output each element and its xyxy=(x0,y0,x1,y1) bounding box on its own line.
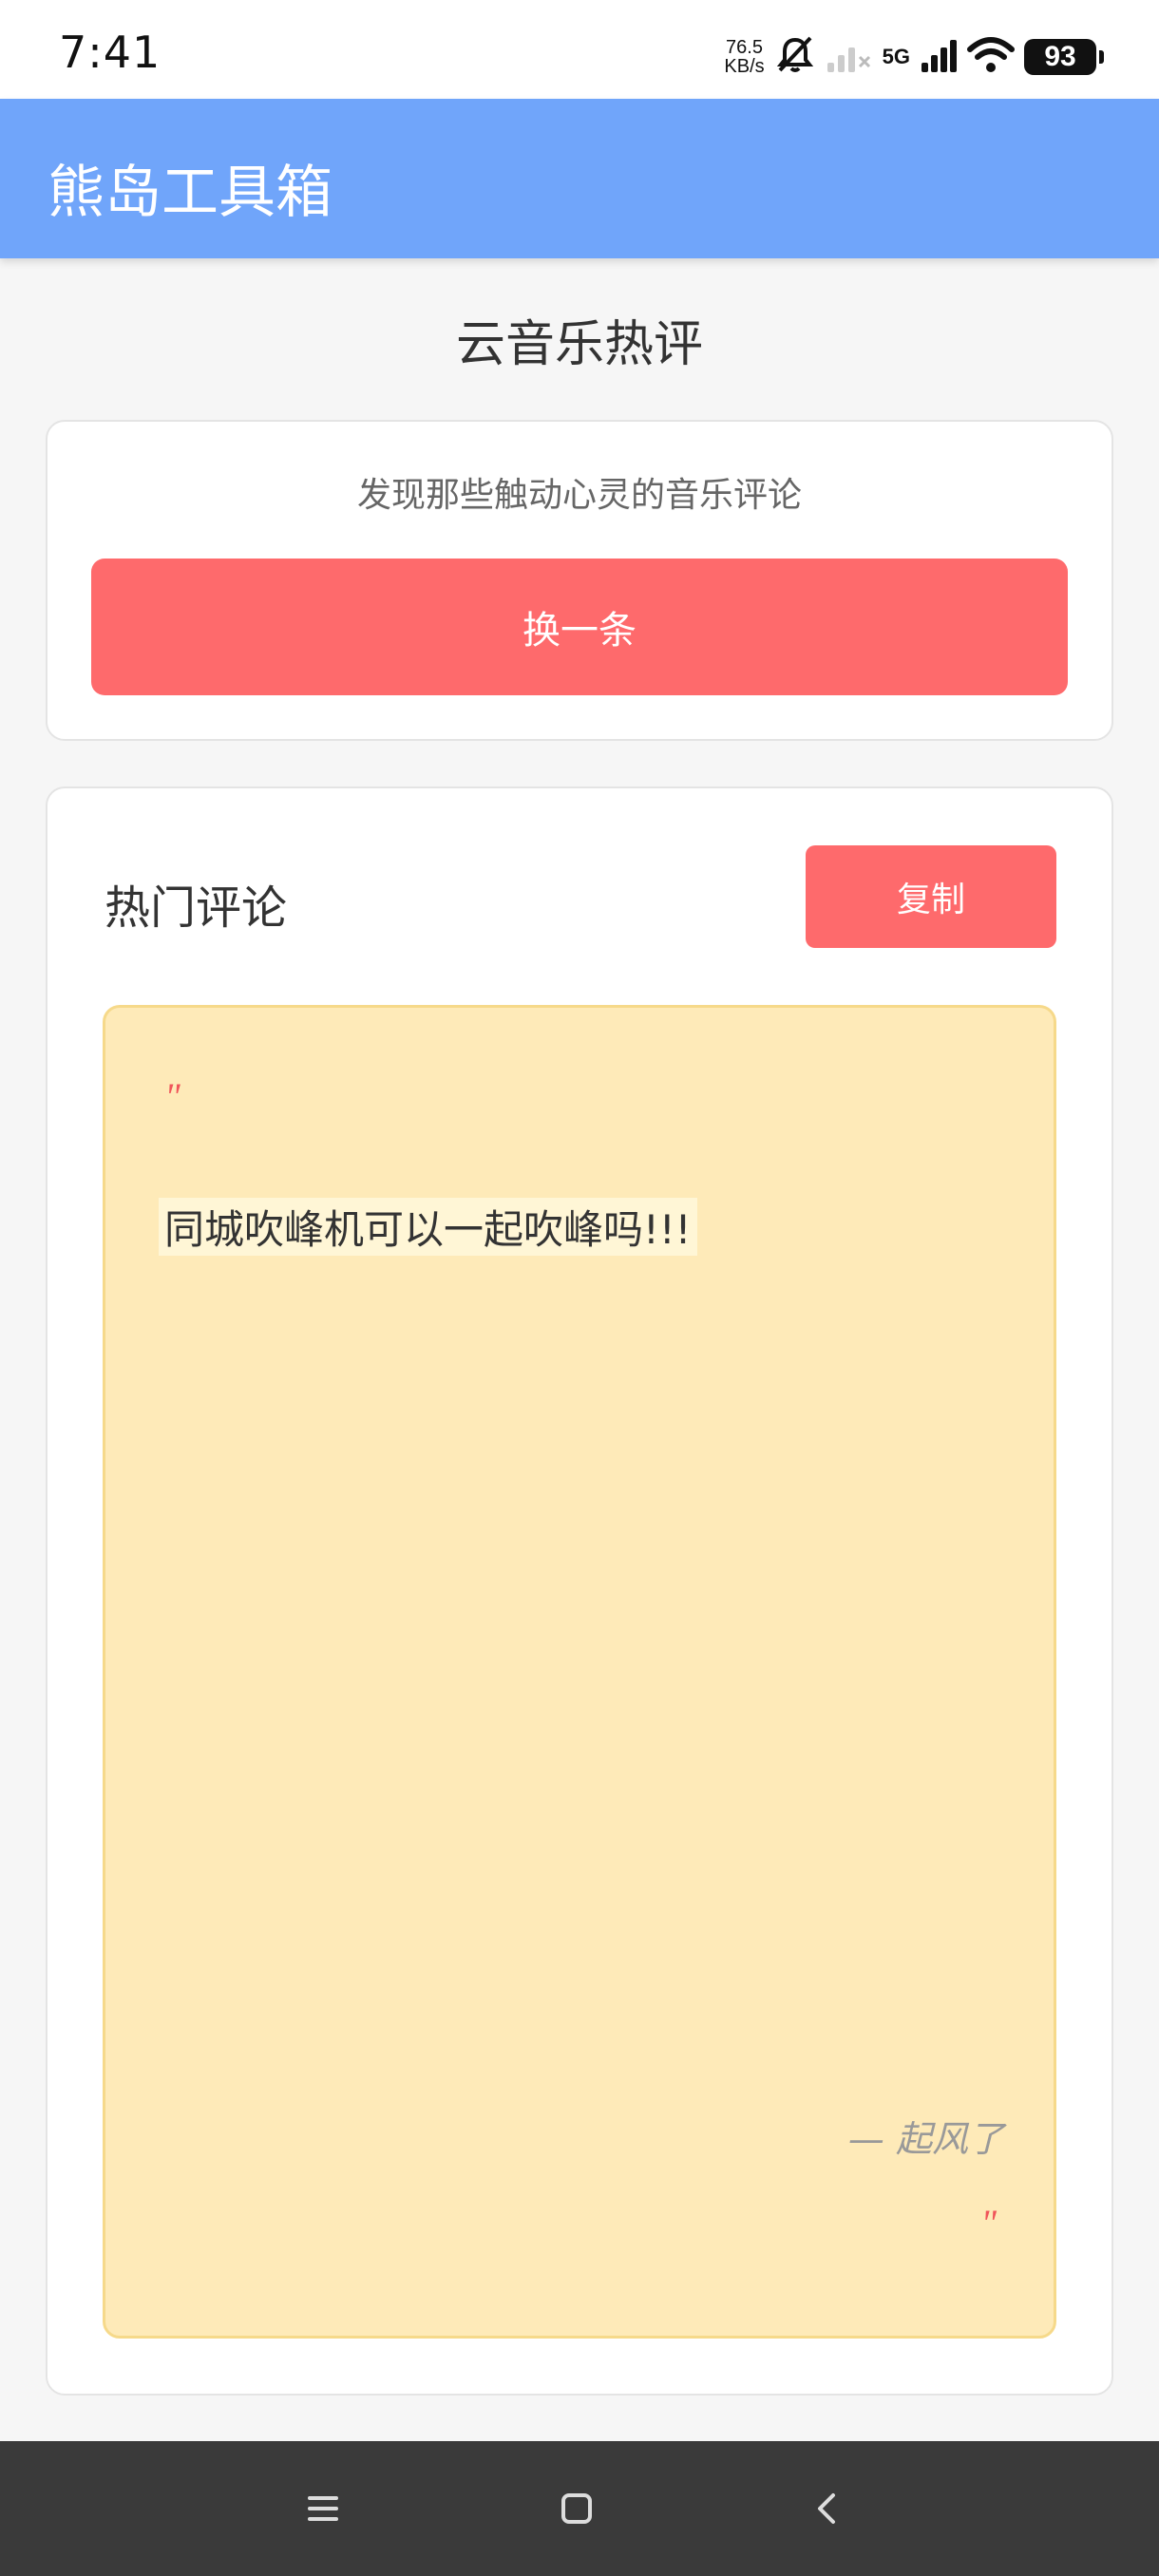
network-speed-unit: KB/s xyxy=(724,56,765,77)
comment-text: 同城吹峰机可以一起吹峰吗!!! xyxy=(159,1198,697,1256)
signal-sim1-icon xyxy=(826,36,873,78)
copy-button[interactable]: 复制 xyxy=(806,845,1056,948)
section-title: 热门评论 xyxy=(104,881,288,935)
network-speed-value: 76.5 xyxy=(726,37,763,58)
copy-button-label: 复制 xyxy=(896,881,965,919)
quote-box: " 同城吹峰机可以一起吹峰吗!!! — 起风了 " xyxy=(103,1005,1056,2339)
status-icons: 76.5 KB/s 5G 93 xyxy=(724,30,1104,84)
status-time: 7:41 xyxy=(59,27,162,78)
close-quote-icon: " xyxy=(980,2202,997,2245)
tagline: 发现那些触动心灵的音乐评论 xyxy=(356,476,802,515)
wifi-icon xyxy=(967,36,1015,78)
comment-author: — 起风了 xyxy=(847,2118,1004,2160)
open-quote-icon: " xyxy=(164,1075,180,1118)
battery-level: 93 xyxy=(1044,41,1076,72)
signal-sim2-icon xyxy=(920,36,958,78)
app-title: 熊岛工具箱 xyxy=(48,160,332,226)
app-header: 熊岛工具箱 xyxy=(0,99,1159,258)
navigation-bar xyxy=(0,2441,1159,2576)
refresh-button[interactable]: 换一条 xyxy=(91,559,1068,695)
refresh-button-label: 换一条 xyxy=(522,609,636,653)
home-icon[interactable] xyxy=(553,2485,600,2532)
page-title: 云音乐热评 xyxy=(455,316,703,373)
network-speed: 76.5 KB/s xyxy=(724,38,764,76)
network-type: 5G xyxy=(882,45,910,68)
back-icon[interactable] xyxy=(804,2485,851,2532)
intro-card: 发现那些触动心灵的音乐评论 换一条 xyxy=(46,420,1113,741)
battery-indicator: 93 xyxy=(1024,39,1104,75)
mute-bell-icon xyxy=(774,34,816,80)
status-bar: 7:41 76.5 KB/s 5G 93 xyxy=(0,0,1159,99)
menu-icon[interactable] xyxy=(299,2485,347,2532)
comment-card: 热门评论 复制 " 同城吹峰机可以一起吹峰吗!!! — 起风了 " xyxy=(46,786,1113,2396)
